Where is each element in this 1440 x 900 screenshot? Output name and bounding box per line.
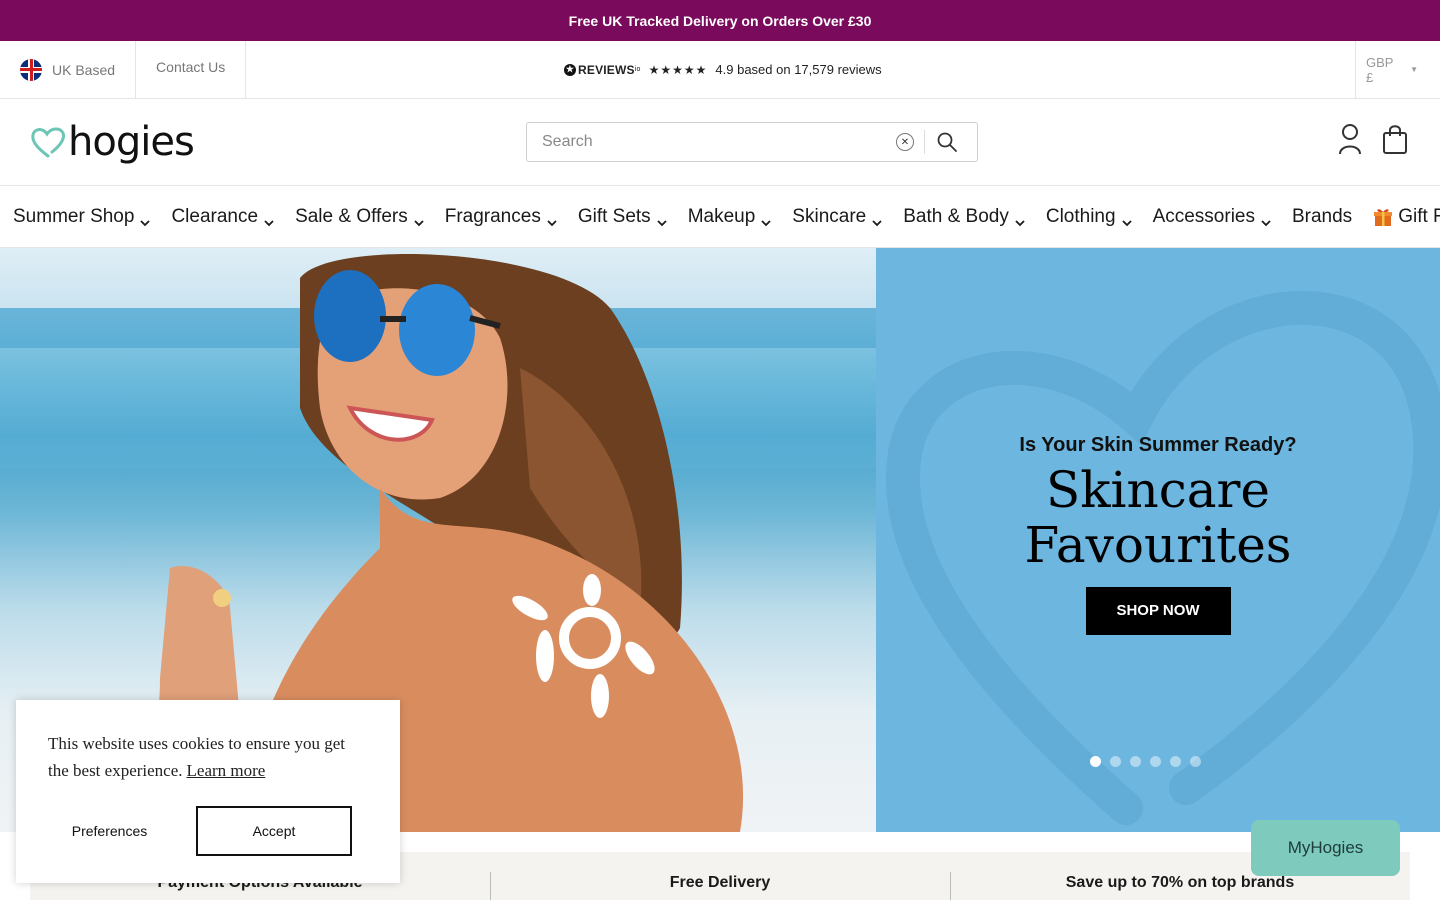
carousel-dots [1090,756,1201,767]
nav-item-label: Makeup [687,205,756,227]
currency-selector[interactable]: GBP £ ▼ [1355,41,1440,98]
reviews-summary: 4.9 based on 17,579 reviews [715,62,882,77]
search-input[interactable] [527,123,896,161]
promo-banner[interactable]: Free UK Tracked Delivery on Orders Over … [0,0,1440,41]
nav-item-label: Brands [1291,205,1353,227]
nav-item-gift-finder[interactable]: Gift Finder [1373,206,1440,228]
cookie-message: This website uses cookies to ensure you … [48,730,368,784]
nav-item-label: Sale & Offers [295,205,408,227]
myhogies-button[interactable]: MyHogies [1251,820,1400,876]
nav-item-sale-offers[interactable]: Sale & Offers [295,206,424,228]
carousel-dot[interactable] [1110,756,1121,767]
reviews-widget[interactable]: ★ REVIEWS io ★★★★★ 4.9 based on 17,579 re… [564,41,882,98]
contact-us-link[interactable]: Contact Us [136,41,247,98]
hero-title-line2: Favourites [1024,516,1292,574]
nav-item-label: Fragrances [444,205,541,227]
chevron-down-icon [140,212,151,226]
nav-item-summer-shop[interactable]: Summer Shop [13,205,151,228]
carousel-dot[interactable] [1190,756,1201,767]
carousel-dot[interactable] [1090,756,1101,767]
nav-item-accessories[interactable]: Accessories [1153,206,1271,228]
reviews-logo: ★ REVIEWS io [564,63,641,77]
clear-search-icon[interactable]: ✕ [896,133,914,151]
nav-item-clothing[interactable]: Clothing [1046,206,1132,228]
nav-item-skincare[interactable]: Skincare [792,206,882,228]
nav-item-gift-sets[interactable]: Gift Sets [578,206,667,228]
chevron-down-icon [1015,212,1025,226]
nav-item-label: Gift Sets [577,205,651,227]
uk-flag-icon [20,58,42,81]
heart-logo-icon [31,127,65,158]
nav-item-label: Skincare [792,205,867,227]
currency-label: GBP £ [1366,54,1394,85]
nav-item-label: Bath & Body [903,205,1009,227]
chevron-down-icon [657,212,667,226]
benefit-item: Free Delivery [490,852,950,900]
search-divider [924,130,925,154]
hero-title-line1: Skincare [1045,461,1271,519]
hero-subtitle: Is Your Skin Summer Ready? [1019,434,1297,456]
nav-item-label: Clearance [171,205,259,227]
chevron-down-icon [872,212,882,226]
utility-bar: UK Based Contact Us ★ REVIEWS io ★★★★★ 4.… [0,41,1440,99]
nav-item-fragrances[interactable]: Fragrances [445,206,557,228]
hogies-logo[interactable]: hogies [30,119,195,165]
main-navigation: Summer Shop Clearance Sale & Offers Fragran… [0,186,1440,248]
search-bar: ✕ [526,122,978,162]
site-header: hogies ✕ [0,99,1440,186]
chevron-down-icon [761,212,771,226]
shopping-bag-icon[interactable] [1382,123,1408,160]
nav-item-label: Accessories [1152,205,1255,227]
nav-item-clearance[interactable]: Clearance [171,206,274,228]
nav-item-bath-body[interactable]: Bath & Body [903,206,1025,228]
chevron-down-icon [1121,212,1132,226]
shop-now-button[interactable]: SHOP NOW [1085,587,1231,635]
nav-item-brands[interactable]: Brands [1292,206,1352,228]
rating-stars-icon: ★★★★★ [648,62,708,77]
search-icon[interactable] [935,130,959,154]
region-label: UK Based [52,61,116,78]
nav-item-label: Gift Finder [1398,205,1440,227]
promo-text: Free UK Tracked Delivery on Orders Over … [568,12,872,29]
logo-wordmark: hogies [68,119,195,165]
nav-item-makeup[interactable]: Makeup [688,206,772,228]
carousel-dot[interactable] [1170,756,1181,767]
chevron-down-icon [414,212,424,226]
cookie-banner: This website uses cookies to ensure you … [16,700,400,883]
account-icon[interactable] [1338,123,1362,160]
chevron-down-icon [264,212,274,226]
reviews-logo-text: REVIEWS [578,62,635,77]
chevron-down-icon [1261,212,1271,226]
carousel-dot[interactable] [1150,756,1161,767]
accept-cookies-button[interactable]: Accept [196,806,352,856]
region-selector[interactable]: UK Based [0,41,137,98]
learn-more-link[interactable]: Learn more [187,761,266,780]
nav-item-label: Summer Shop [13,205,135,227]
nav-item-label: Clothing [1045,205,1116,227]
contact-label: Contact Us [156,59,226,75]
reviews-logo-suffix: io [634,66,641,73]
reviews-star-badge-icon: ★ [564,63,576,76]
preferences-button[interactable]: Preferences [32,806,187,856]
caret-down-icon: ▼ [1410,65,1418,74]
carousel-dot[interactable] [1130,756,1141,767]
gift-icon [1373,207,1393,227]
chevron-down-icon [547,212,557,226]
hero-promo-panel: Is Your Skin Summer Ready? Skincare Favo… [876,248,1440,832]
